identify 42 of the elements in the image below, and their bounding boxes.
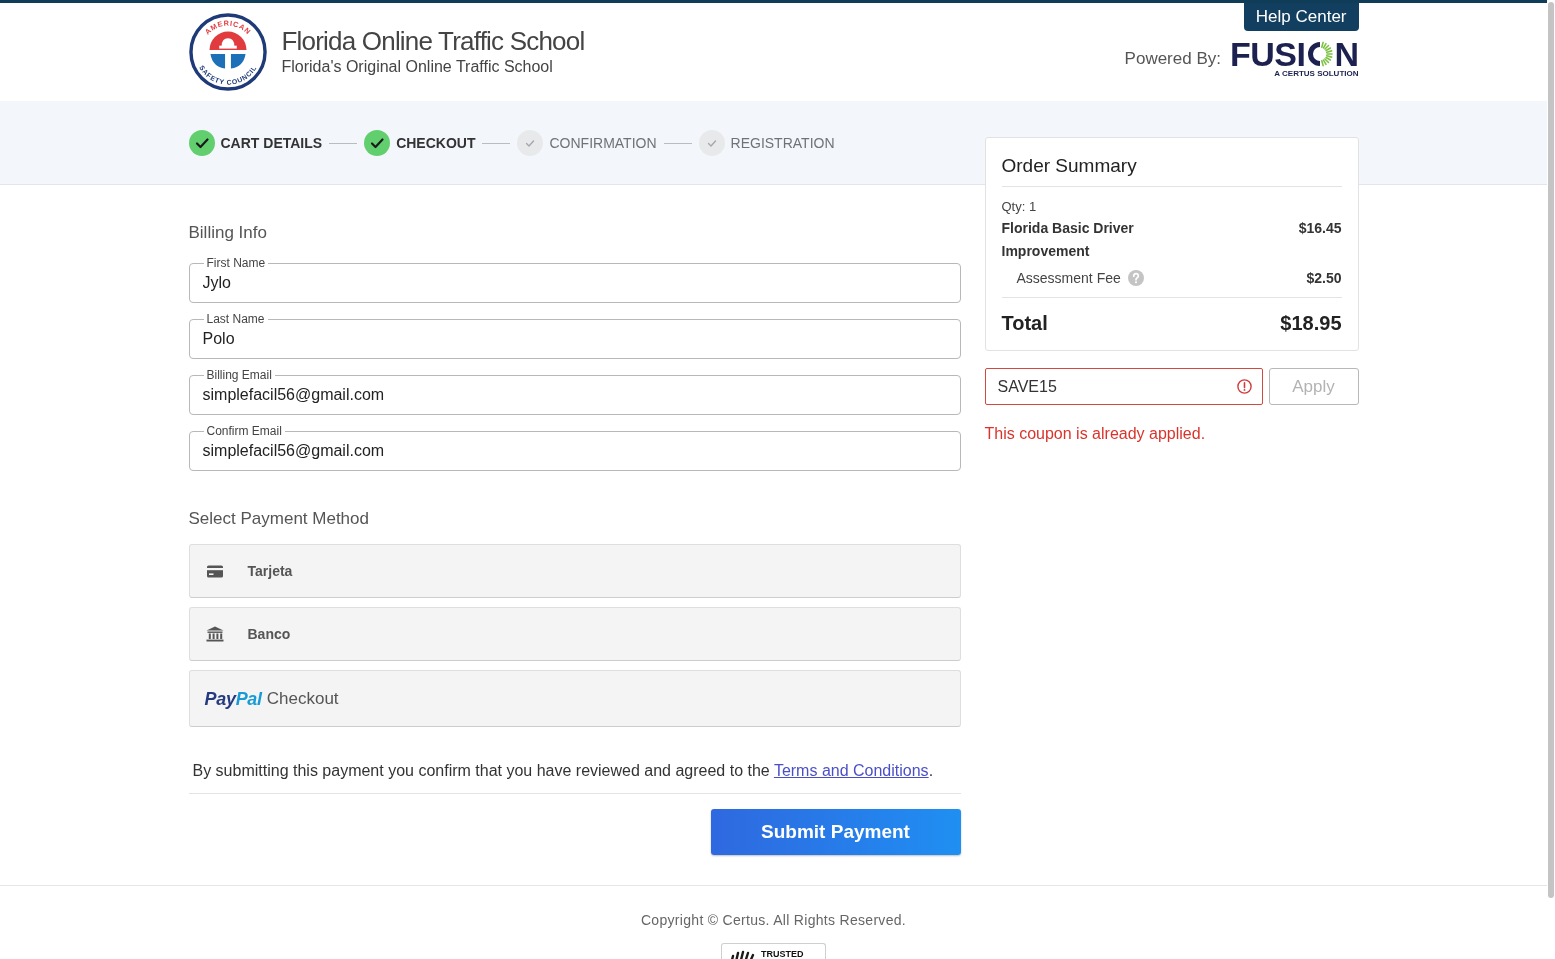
step-label: CONFIRMATION xyxy=(549,134,657,153)
line-item-name: Assessment Fee xyxy=(1016,269,1121,288)
site-title: Florida Online Traffic School xyxy=(281,26,585,56)
line-item-name: Florida Basic Driver Improvement xyxy=(1001,219,1135,261)
error-icon xyxy=(1236,379,1252,394)
site-tagline: Florida's Original Online Traffic School xyxy=(281,57,554,77)
field-label: First Name xyxy=(203,256,269,270)
section-heading: Select Payment Method xyxy=(188,508,370,530)
scrollbar-thumb[interactable] xyxy=(1548,2,1554,898)
copyright-text: Copyright © Certus. All Rights Reserved. xyxy=(640,911,907,930)
step-label: CART DETAILS xyxy=(220,134,323,153)
line-item-price: $2.50 xyxy=(1306,269,1342,288)
ring-icon xyxy=(1306,40,1334,68)
payment-option[interactable]: Banco xyxy=(188,607,961,661)
section-heading: Billing Info xyxy=(188,222,268,244)
logo-tagline: A CERTUS SOLUTION xyxy=(1274,69,1359,79)
total-amount: $18.95 xyxy=(1280,311,1342,336)
terms-text: By submitting this payment you confirm that you have reviewed and agreed to the Terms and Conditions. xyxy=(191,761,935,781)
quantity-text: Qty: 1 xyxy=(1001,198,1038,216)
payment-option[interactable]: Tarjeta xyxy=(188,544,961,598)
help-center-button[interactable]: Help Center xyxy=(1243,3,1359,31)
submit-payment-button[interactable]: Submit Payment xyxy=(710,809,961,855)
help-icon[interactable] xyxy=(1127,270,1144,286)
step-label: REGISTRATION xyxy=(730,134,835,153)
logo-wordmark: N xyxy=(1334,39,1359,69)
credit-card-icon xyxy=(205,564,224,578)
line-item-price: $16.45 xyxy=(1298,219,1342,238)
total-label: Total xyxy=(1001,311,1048,336)
step-label: CHECKOUT xyxy=(396,134,476,153)
field-label: Confirm Email xyxy=(203,424,285,438)
logo-wordmark: FUSI xyxy=(1230,39,1306,69)
field-label: Last Name xyxy=(203,312,268,326)
field-label: Billing Email xyxy=(203,368,275,382)
paypal-logo: PayPal xyxy=(204,687,262,710)
powered-by-label: Powered By: xyxy=(1124,48,1221,71)
coupon-field[interactable]: SAVE15 xyxy=(984,368,1263,405)
card-title: Order Summary xyxy=(1001,154,1138,178)
terms-link[interactable]: Terms and Conditions xyxy=(773,762,929,779)
bank-icon xyxy=(205,626,224,642)
seal-text: TRUSTED xyxy=(761,949,804,959)
error-message: This coupon is already applied. xyxy=(984,424,1207,444)
payment-option[interactable]: PayPal Checkout xyxy=(188,670,961,727)
